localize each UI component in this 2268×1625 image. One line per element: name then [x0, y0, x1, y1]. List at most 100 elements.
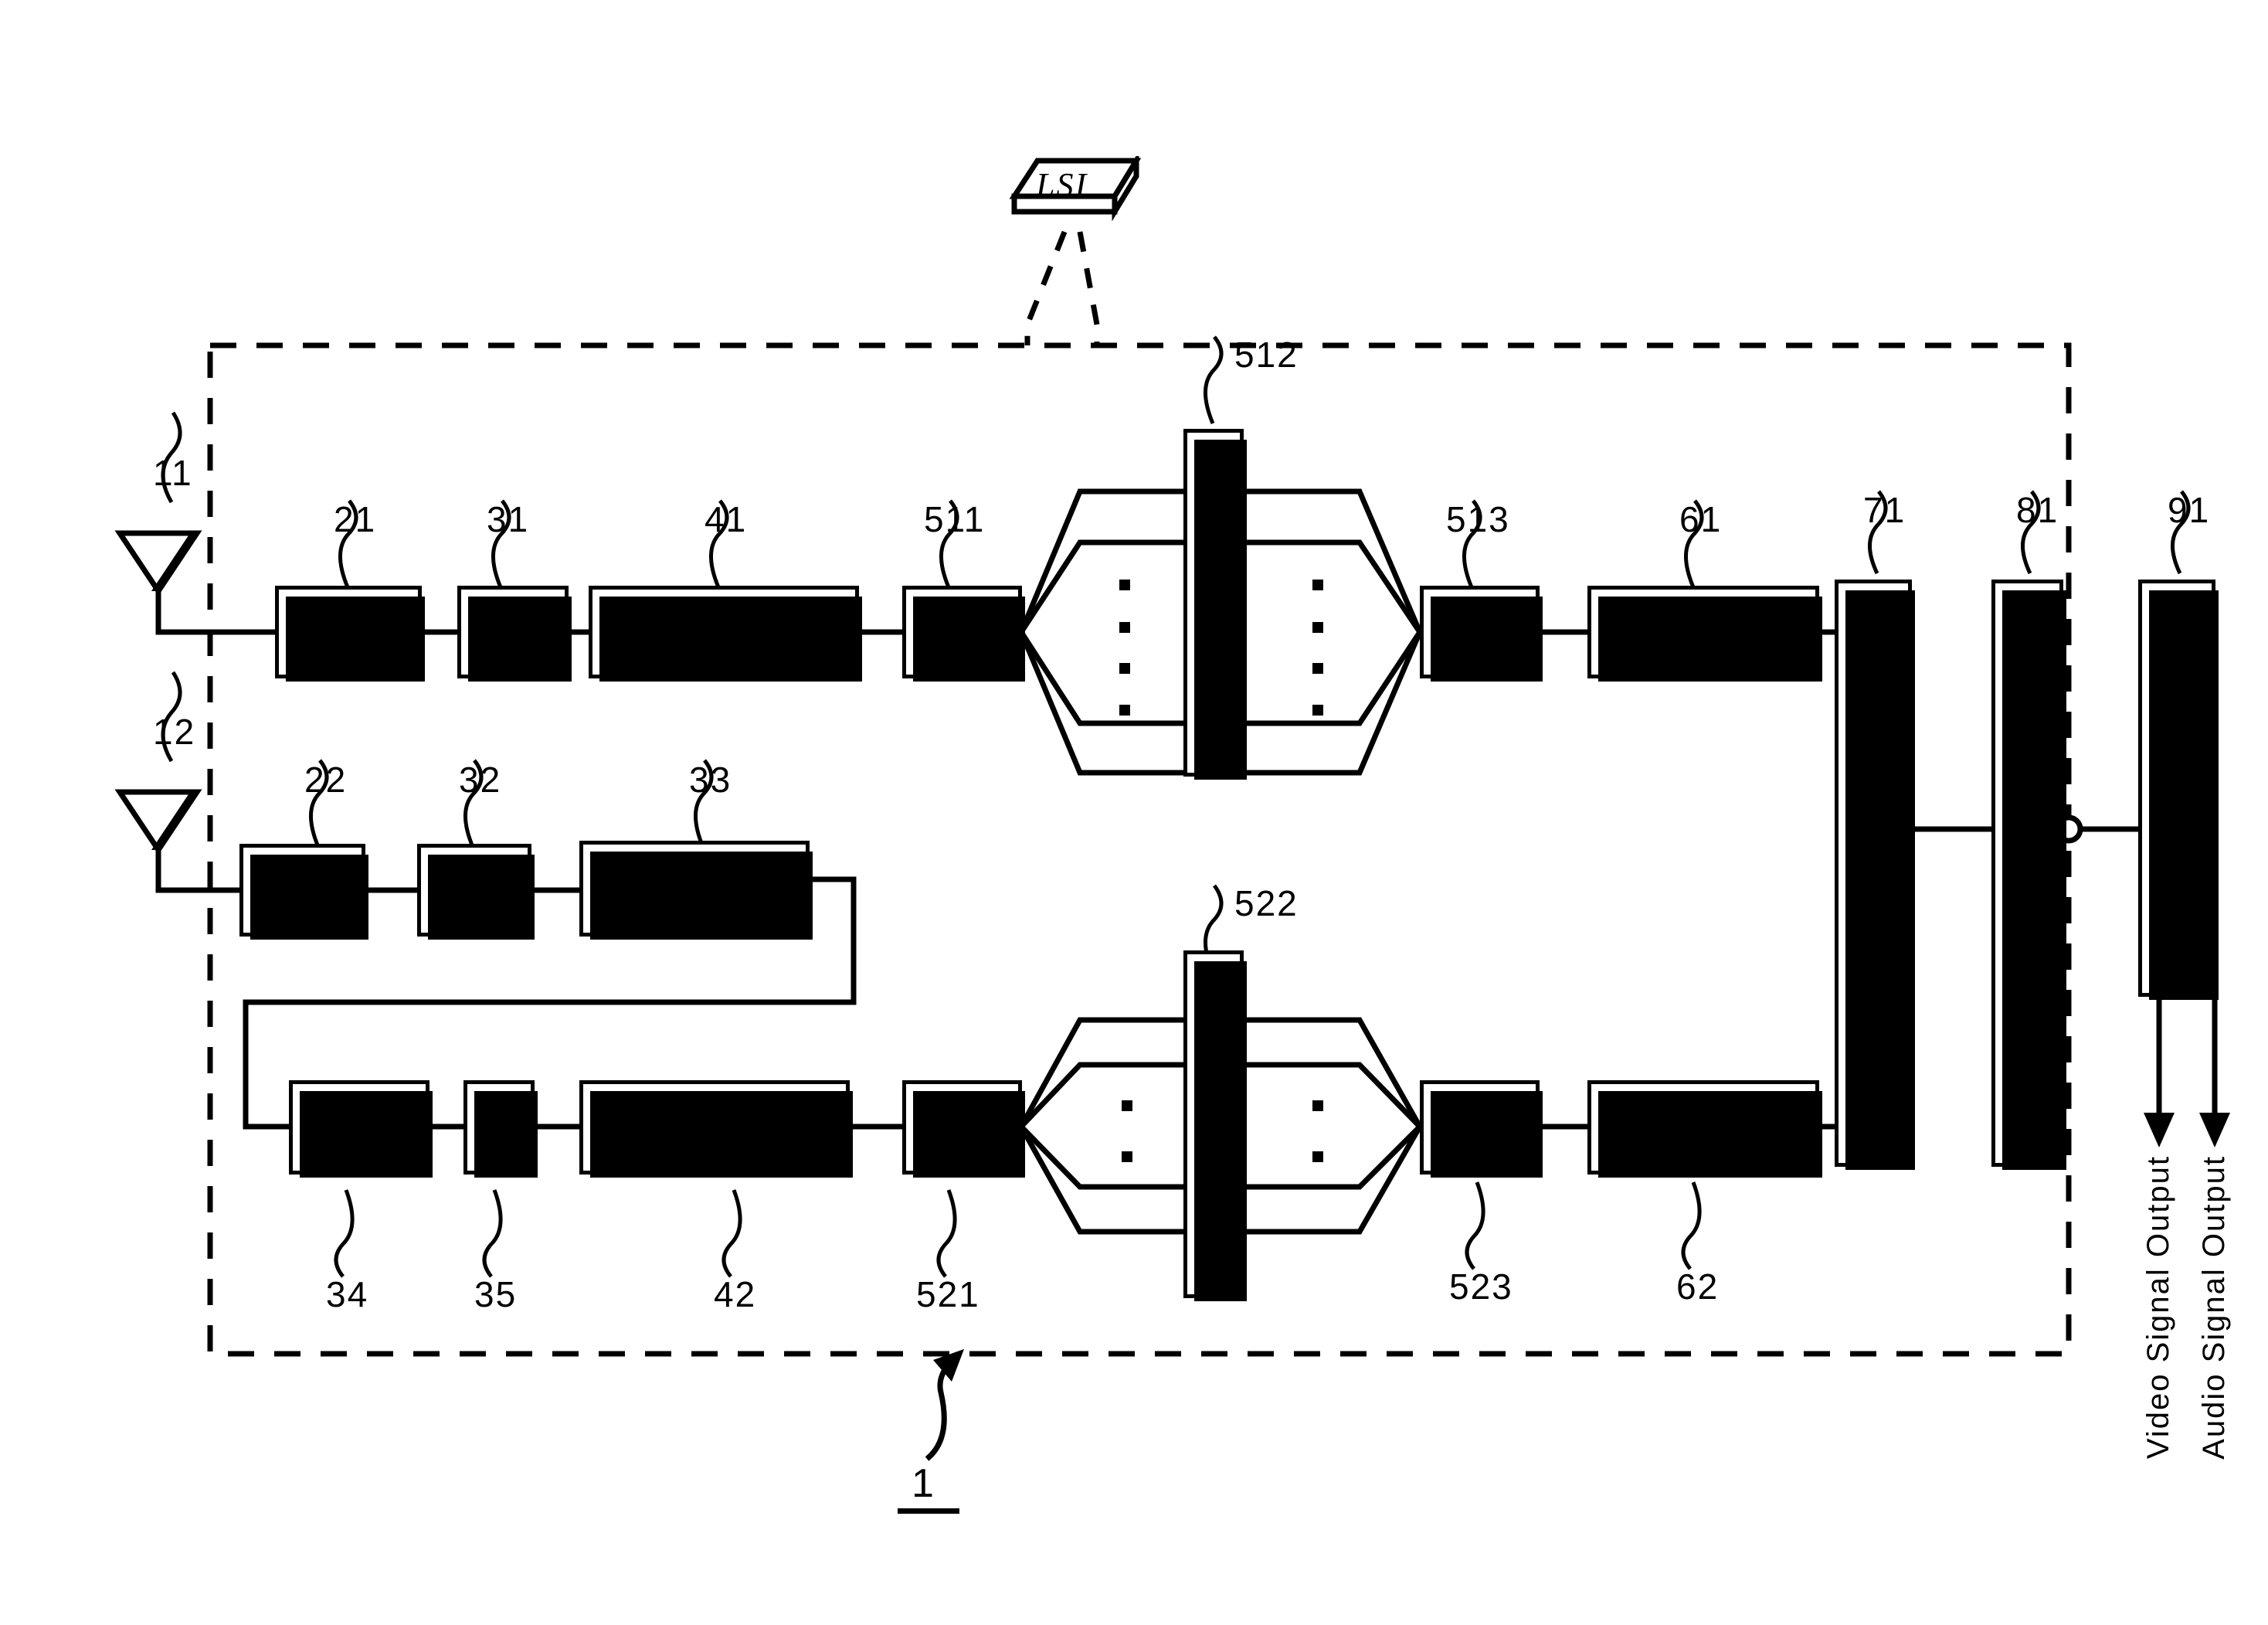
ref-11: 11 [153, 453, 193, 493]
ref-512: 512 [1234, 335, 1299, 375]
block-label: A/D [443, 869, 505, 910]
block-detector-62[interactable]: Detector [1587, 1080, 1822, 1178]
block-tuner-22[interactable]: Tuner [239, 844, 368, 940]
ellipsis-dot [1122, 1100, 1132, 1111]
leader-35 [482, 1189, 503, 1278]
fan1-out-b [1244, 539, 1422, 634]
antenna-2-lead [155, 850, 239, 893]
audio-signal-output-label: Audio Signal Output [2197, 1155, 2231, 1460]
block-label: ↓ [489, 1107, 509, 1148]
ref-522: 522 [1234, 883, 1299, 923]
block-label: P／S [1437, 1107, 1523, 1147]
ref-511: 511 [924, 499, 986, 539]
ref-521: 521 [916, 1274, 980, 1314]
ellipsis-dot [1312, 622, 1323, 633]
ref-41: 41 [705, 499, 748, 539]
ref-35: 35 [474, 1274, 518, 1314]
block-sp-521[interactable]: S／P [902, 1080, 1025, 1178]
block-fft-circuit-522[interactable]: FFT Circuit [1183, 950, 1247, 1301]
block-detector-61[interactable]: Detector [1587, 586, 1822, 682]
block-diversity-processor-71[interactable]: Diversity Processor [1835, 580, 1915, 1170]
lsi-leader-left [1024, 230, 1068, 345]
block-ad-32[interactable]: A/D [417, 844, 535, 940]
block-label: FFT Circuit [1197, 522, 1231, 684]
block-label: Decoder [2158, 724, 2195, 852]
block-label: Detector [1633, 1107, 1774, 1147]
lsi-chip-icon: LSI [1008, 151, 1143, 222]
block-ad-31[interactable]: A/D [457, 586, 572, 682]
ellipsis-dot [1119, 705, 1130, 716]
block-label: Diversity Processor [1854, 726, 1891, 1021]
ref-81: 81 [2016, 490, 2059, 530]
ref-42: 42 [714, 1274, 757, 1314]
fan1-in-a [1018, 488, 1183, 634]
ref-61: 61 [1679, 499, 1723, 539]
lsi-leader-right [1077, 231, 1100, 345]
system-ref-underline [898, 1508, 959, 1514]
ref-22: 22 [304, 760, 348, 800]
block-ps-523[interactable]: P／S [1420, 1080, 1543, 1178]
ref-33: 33 [689, 760, 732, 800]
video-output-arrowhead [2144, 1113, 2175, 1147]
block-lpf-34[interactable]: LPF [289, 1080, 433, 1178]
ellipsis-dot [1119, 622, 1130, 633]
ref-523: 523 [1449, 1266, 1513, 1307]
audio-output-arrowhead [2199, 1113, 2230, 1147]
block-downsampler-35[interactable]: ↓ [463, 1080, 538, 1178]
ref-91: 91 [2168, 490, 2211, 530]
block-ps-513[interactable]: P／S [1420, 586, 1543, 682]
ref-32: 32 [459, 760, 502, 800]
ref-71: 71 [1863, 490, 1906, 530]
block-label: S／P [919, 611, 1005, 652]
block-sp-511[interactable]: S／P [902, 586, 1025, 682]
block-label: Error Corrector [2008, 759, 2046, 988]
block-fft-circuit-512[interactable]: FFT Circuit [1183, 429, 1247, 780]
block-label: Frequency Converter [614, 851, 775, 925]
ellipsis-dot [1312, 663, 1323, 674]
fan2-out-b [1244, 1062, 1422, 1129]
fan1-in-c [1019, 631, 1183, 726]
ref-31: 31 [487, 499, 530, 539]
block-label: Detector [1633, 611, 1774, 652]
block-label: Tuner [300, 611, 396, 652]
ellipsis-dot [1312, 705, 1323, 716]
ellipsis-dot [1312, 1151, 1323, 1162]
ref-21: 21 [334, 499, 377, 539]
block-label: P／S [1437, 611, 1523, 652]
ellipsis-dot [1312, 580, 1323, 590]
block-frequency-converter-33[interactable]: Frequency Converter [579, 841, 813, 940]
block-label: LPF [325, 1107, 393, 1147]
block-decoder-91[interactable]: Decoder [2138, 580, 2219, 1000]
system-ref-number: 1 [912, 1461, 935, 1506]
ref-513: 513 [1446, 499, 1510, 539]
leader-521 [936, 1189, 957, 1278]
block-tuner-21[interactable]: Tuner [275, 586, 425, 682]
block-label: A/D [482, 611, 544, 652]
fan1-in-d [1018, 631, 1183, 776]
fan1-out-d [1244, 631, 1423, 776]
fan1-out-a [1244, 488, 1423, 634]
fan2-in-c [1019, 1124, 1183, 1190]
leader-512 [1204, 335, 1224, 424]
fan2-out-a [1244, 1017, 1423, 1128]
block-demodulator-41[interactable]: Demodulator [589, 586, 862, 682]
fan1-in-b [1019, 539, 1183, 634]
leader-34 [334, 1189, 355, 1278]
lsi-chip-label: LSI [1036, 166, 1088, 204]
fan1-out-c [1244, 631, 1422, 726]
block-error-corrector-81[interactable]: Error Corrector [1991, 580, 2066, 1170]
block-label: Demodulator [608, 1107, 821, 1147]
block-demodulator-42[interactable]: Demodulator [579, 1080, 853, 1178]
block-label: Demodulator [617, 611, 830, 652]
ellipsis-dot [1119, 663, 1130, 674]
ellipsis-dot [1122, 1151, 1132, 1162]
video-signal-output-label: Video Signal Output [2141, 1155, 2175, 1460]
ref-12: 12 [153, 712, 196, 752]
ellipsis-dot [1119, 580, 1130, 590]
figure-canvas: LSI Tuner A/D Demodulator S／P FFT Circui… [0, 0, 2268, 1625]
ref-62: 62 [1676, 1266, 1720, 1307]
wiring-layer [114, 230, 2230, 1461]
block-label: Tuner [254, 869, 351, 910]
leader-523 [1465, 1181, 1485, 1270]
fan2-out-d [1244, 1125, 1423, 1235]
